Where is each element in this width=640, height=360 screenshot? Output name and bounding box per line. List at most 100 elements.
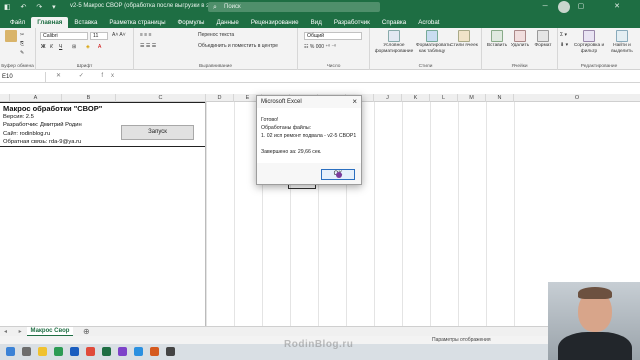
- percent-icon[interactable]: ☷ % 000 ⁺⁰ ⁻⁰: [304, 44, 336, 50]
- clipboard-icon: [5, 30, 17, 42]
- dialog-title: Microsoft Excel: [261, 99, 302, 105]
- paste-button[interactable]: [4, 30, 18, 43]
- tab-file[interactable]: Файл: [4, 17, 31, 28]
- conditional-format-label: Условное форматирование: [374, 43, 414, 54]
- find-select-button[interactable]: Найти и выделить: [606, 30, 638, 54]
- message-dialog: Microsoft Excel × Готово! Обработаны фай…: [256, 95, 362, 185]
- cell-styles-button[interactable]: Стили ячеек: [450, 30, 478, 49]
- sort-filter-label: Сортировка и фильтр: [573, 43, 605, 54]
- webcam-overlay: [548, 282, 640, 360]
- app-icon[interactable]: [150, 347, 159, 356]
- gridline: [458, 102, 459, 326]
- name-box[interactable]: E10: [0, 72, 46, 82]
- font-name-select[interactable]: Calibri: [40, 32, 88, 40]
- copy-icon[interactable]: ⎘: [20, 41, 24, 47]
- window-controls[interactable]: ─ ▢ ✕: [543, 2, 634, 10]
- tab-page-layout[interactable]: Разметка страницы: [103, 17, 171, 28]
- tab-data[interactable]: Данные: [210, 17, 244, 28]
- format-label: Формат: [534, 43, 552, 48]
- column-header[interactable]: D: [206, 94, 234, 102]
- excel-icon[interactable]: [102, 347, 111, 356]
- app-icon[interactable]: [86, 347, 95, 356]
- search-box[interactable]: ⌕ Поиск: [208, 2, 380, 12]
- column-header[interactable]: K: [402, 94, 430, 102]
- underline-button[interactable]: Ч: [59, 44, 62, 50]
- fill-icon[interactable]: ⬇ ▾: [560, 42, 568, 48]
- bold-button[interactable]: Ж: [41, 44, 46, 50]
- gridline: [374, 102, 375, 326]
- app-icon[interactable]: [118, 347, 127, 356]
- column-header[interactable]: N: [486, 94, 514, 102]
- tab-insert[interactable]: Вставка: [68, 17, 103, 28]
- conditional-format-button[interactable]: Условное форматирование: [374, 30, 414, 54]
- wrap-text-button[interactable]: Перенос текста: [198, 32, 234, 38]
- column-header[interactable]: O: [514, 94, 640, 102]
- sheet-nav-arrows[interactable]: ◂ ▸: [4, 328, 27, 335]
- autosum-icon[interactable]: Σ ▾: [560, 32, 567, 38]
- add-sheet-icon[interactable]: ⊕: [83, 327, 90, 336]
- tab-acrobat[interactable]: Acrobat: [412, 17, 445, 28]
- number-format-select[interactable]: Общий: [304, 32, 362, 40]
- display-settings[interactable]: Параметры отображения: [432, 337, 491, 343]
- italic-button[interactable]: К: [50, 44, 53, 50]
- group-alignment: ≡ ≡ ≡ ☰ ☰ ☰ Перенос текста Объединить и …: [134, 28, 298, 70]
- group-label-number: Число: [326, 64, 341, 69]
- search-placeholder: Поиск: [224, 4, 241, 10]
- dialog-message: Обработаны файлы:: [261, 125, 312, 131]
- chrome-icon[interactable]: [54, 347, 63, 356]
- gridline: [402, 102, 403, 326]
- dialog-message: 1. 02 исп ремонт подвала - v2-5 СВОР1: [261, 133, 357, 139]
- group-label-editing: Редактирование: [580, 64, 618, 69]
- border-line: [0, 146, 206, 147]
- format-table-button[interactable]: Форматировать как таблицу: [416, 30, 451, 54]
- format-cells-button[interactable]: Формат: [532, 30, 554, 49]
- run-macro-button[interactable]: Запуск: [121, 125, 194, 140]
- find-select-label: Найти и выделить: [611, 43, 633, 54]
- tab-view[interactable]: Вид: [305, 17, 328, 28]
- insert-label: Вставить: [486, 43, 508, 48]
- formula-controls[interactable]: ✕ ✓ fx: [56, 72, 122, 79]
- format-icon: [537, 30, 549, 42]
- border-line: [0, 102, 206, 103]
- insert-cells-button[interactable]: Вставить: [486, 30, 508, 49]
- tab-review[interactable]: Рецензирование: [245, 17, 305, 28]
- fill-color-icon[interactable]: ◈: [86, 44, 90, 50]
- align-left-icon[interactable]: ☰ ☰ ☰: [140, 43, 156, 49]
- cell-styles-icon: [458, 30, 470, 42]
- column-header[interactable]: C: [116, 94, 206, 102]
- merge-center-button[interactable]: Объединить и поместить в центре: [198, 43, 278, 49]
- tab-developer[interactable]: Разработчик: [328, 17, 376, 28]
- edge-icon[interactable]: [70, 347, 79, 356]
- selected-cell[interactable]: [288, 185, 316, 189]
- explorer-icon[interactable]: [38, 347, 47, 356]
- group-cells: Вставить Удалить Формат Ячейки: [482, 28, 558, 70]
- borders-icon[interactable]: ⊞: [72, 44, 76, 50]
- font-size-select[interactable]: 11: [90, 32, 108, 40]
- dialog-message: Завершено за: 29,66 сек.: [261, 149, 322, 155]
- tab-help[interactable]: Справка: [376, 17, 412, 28]
- gridline: [430, 102, 431, 326]
- column-header[interactable]: A: [10, 94, 62, 102]
- tab-home[interactable]: Главная: [31, 17, 69, 28]
- tab-formulas[interactable]: Формулы: [172, 17, 211, 28]
- cut-icon[interactable]: ✂: [20, 32, 24, 38]
- close-icon[interactable]: ×: [352, 97, 357, 106]
- column-header[interactable]: J: [374, 94, 402, 102]
- taskview-icon[interactable]: [22, 347, 31, 356]
- select-all-corner[interactable]: [0, 94, 10, 102]
- grow-font-icon[interactable]: A˄ A˅: [112, 32, 126, 38]
- column-header[interactable]: L: [430, 94, 458, 102]
- quick-access-toolbar[interactable]: ◧ ↶ ↷ ▾: [4, 3, 60, 11]
- sort-filter-button[interactable]: Сортировка и фильтр: [572, 30, 606, 54]
- start-icon[interactable]: [6, 347, 15, 356]
- site-text: Сайт: rodinblog.ru: [3, 131, 51, 137]
- delete-cells-button[interactable]: Удалить: [509, 30, 531, 49]
- font-color-icon[interactable]: A: [98, 44, 101, 50]
- app-icon[interactable]: [166, 347, 175, 356]
- delete-icon: [514, 30, 526, 42]
- align-top-icon[interactable]: ≡ ≡ ≡: [140, 32, 152, 38]
- column-header[interactable]: M: [458, 94, 486, 102]
- app-icon[interactable]: [134, 347, 143, 356]
- format-painter-icon[interactable]: ✎: [20, 50, 24, 56]
- column-header[interactable]: B: [62, 94, 116, 102]
